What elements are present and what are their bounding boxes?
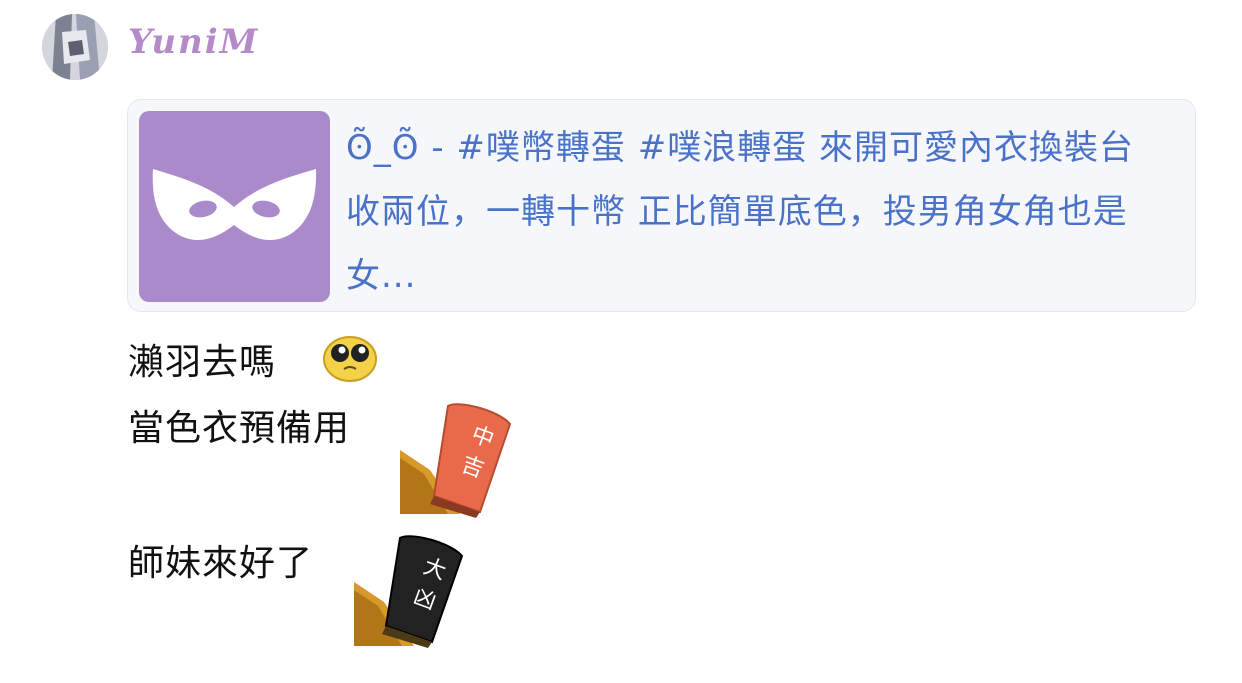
pleading-face-icon [323, 336, 377, 382]
link-preview-thumbnail [139, 111, 330, 302]
link-preview-text[interactable]: ʘ̃_ʘ̃ - #噗幣轉蛋 #噗浪轉蛋 來開可愛內衣換裝台 收兩位，一轉十幣 正… [346, 116, 1166, 308]
avatar[interactable] [42, 14, 108, 80]
link-preview-card[interactable]: ʘ̃_ʘ̃ - #噗幣轉蛋 #噗浪轉蛋 來開可愛內衣換裝台 收兩位，一轉十幣 正… [127, 99, 1196, 312]
message-line: 師妹來好了 [128, 543, 314, 584]
avatar-icon [42, 14, 108, 80]
orange-stamp-icon: 中 吉 [400, 403, 512, 518]
mask-icon [152, 169, 317, 241]
message-line: 瀨羽去嗎 [128, 342, 277, 383]
black-stamp-icon: 大 凶 [354, 535, 464, 648]
username[interactable]: YuniM [128, 22, 259, 62]
message-line: 當色衣預備用 [128, 408, 351, 449]
